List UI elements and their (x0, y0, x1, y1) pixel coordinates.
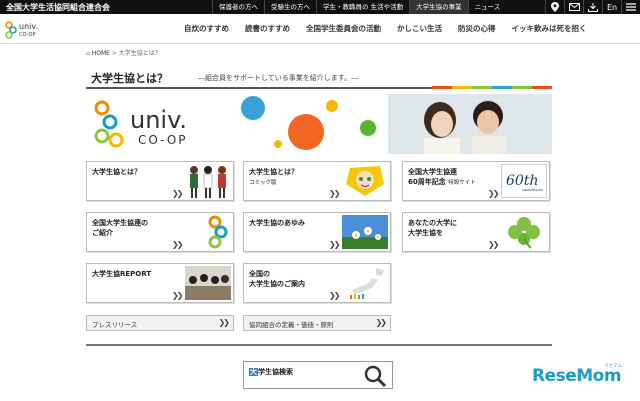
nav-items: 自炊のすすめ 読書のすすめ 全国学生委員会の活動 かしこい生活 防災の心得 イッ… (176, 14, 595, 44)
breadcrumb: ⌂ HOME > 大学生協とは？ (86, 48, 161, 57)
comic-character-illustration (342, 164, 388, 198)
card-title: 全国大学生協連の ご紹介 (92, 219, 148, 237)
section-divider (86, 344, 552, 346)
card-title: 大学生協のあゆみ (249, 219, 305, 227)
breadcrumb-current: 大学生協とは？ (118, 50, 161, 57)
double-chevron-icon: ❯❯ (172, 189, 183, 198)
meeting-photo (185, 266, 231, 300)
home-icon: ⌂ (86, 50, 90, 57)
main-nav: univ. CO-OP 自炊のすすめ 読書のすすめ 全国学生委員会の活動 かしこ… (0, 14, 640, 44)
toplink-parents[interactable]: 保護者の方へ (212, 0, 264, 14)
card-title: あなたの大学に 大学生協を (408, 219, 457, 237)
toplink-student-life[interactable]: 学生・教職員の 生活や活動 (316, 0, 409, 14)
anniversary-badge: 60th ANNIVERSARY (501, 164, 547, 198)
top-links: 保護者の方へ 受験生の方へ 学生・教職員の 生活や活動 大学生協の事業 ニュース (212, 0, 506, 14)
top-utility-bar: 全国大学生活協同組合連合会 保護者の方へ 受験生の方へ 学生・教職員の 生活や活… (0, 0, 640, 14)
logo-text-coop: CO-OP (19, 32, 35, 38)
card-title: 全国の 大学生協のご案内 (249, 270, 305, 288)
japan-map-icon (342, 266, 388, 300)
nav-item-disaster[interactable]: 防災の心得 (450, 14, 504, 44)
double-chevron-icon: ❯❯ (488, 189, 499, 198)
logo-text-univ: univ. (19, 22, 38, 31)
clover-icon (501, 215, 547, 249)
hero-banner: univ. CO-OP (86, 94, 552, 154)
double-chevron-icon: ❯❯ (329, 240, 340, 249)
double-chevron-icon: ❯❯ (488, 240, 499, 249)
card-title: 全国大学生協連 60周年記念 特設サイト (408, 167, 476, 188)
language-toggle[interactable]: En (602, 0, 621, 14)
search-label-rest: 学生協検索 (258, 368, 293, 376)
card-title-sub: 特設サイト (448, 180, 476, 186)
double-chevron-icon: ❯❯ (172, 291, 183, 300)
card-start-coop[interactable]: あなたの大学に 大学生協を ❯❯ (402, 212, 550, 252)
card-coop-directory[interactable]: 全国の 大学生協のご案内 ❯❯ (243, 263, 391, 303)
map-pin-icon[interactable] (545, 0, 564, 14)
coop-principles-label: 協同組合の定義・価値・原則 (249, 321, 334, 329)
press-release-label: プレスリリース (92, 321, 138, 329)
search-key-char: 大 (249, 368, 258, 376)
menu-icon[interactable] (621, 0, 640, 14)
color-stripes (432, 86, 552, 89)
resemom-watermark-sub: リセマム (604, 364, 622, 369)
card-title: 大学生協REPORT (92, 270, 152, 278)
nav-item-reading[interactable]: 読書のすすめ (237, 14, 298, 44)
card-title: 大学生協とは？ コミック版 (249, 167, 298, 188)
page-title: 大学生協とは？ (91, 72, 168, 85)
breadcrumb-home[interactable]: HOME (92, 50, 110, 57)
double-chevron-icon: ❯❯ (375, 318, 387, 327)
card-report[interactable]: 大学生協REPORT ❯❯ (86, 263, 234, 303)
coop-search-button[interactable]: 大学生協検索 (243, 361, 393, 389)
nav-item-cooking[interactable]: 自炊のすすめ (176, 14, 237, 44)
double-chevron-icon: ❯❯ (329, 291, 340, 300)
toplink-applicants[interactable]: 受験生の方へ (264, 0, 316, 14)
students-photo (388, 94, 552, 154)
card-national-federation[interactable]: 全国大学生協連の ご紹介 ❯❯ (86, 212, 234, 252)
card-history[interactable]: 大学生協のあゆみ ❯❯ (243, 212, 391, 252)
toplink-news[interactable]: ニュース (467, 0, 507, 14)
double-chevron-icon: ❯❯ (218, 318, 230, 327)
card-title-main: 大学生協とは？ (249, 168, 298, 176)
badge-60th-text: 60th (506, 173, 538, 189)
hero-logo-coop: CO-OP (138, 133, 188, 147)
staff-illustration (185, 164, 231, 198)
toplink-coop-business[interactable]: 大学生協の事業 (409, 0, 468, 14)
double-chevron-icon: ❯❯ (329, 189, 340, 198)
breadcrumb-separator: > (111, 50, 119, 57)
badge-anniversary-text: ANNIVERSARY (522, 188, 543, 192)
univ-coop-logo[interactable]: univ. CO-OP (4, 18, 48, 40)
card-title: 大学生協とは？ (92, 168, 141, 176)
page-subtitle: ―組合員をサポートしている事業を紹介します。― (198, 74, 359, 82)
top-icons: En (545, 0, 640, 14)
card-about-coop[interactable]: 大学生協とは？ ❯❯ (86, 161, 234, 201)
resemom-watermark: ReseMom (532, 366, 622, 386)
nav-item-binge-drinking[interactable]: イッキ飲みは死を招く (504, 14, 595, 44)
double-chevron-icon: ❯❯ (172, 240, 183, 249)
coop-principles-link[interactable]: 協同組合の定義・価値・原則 ❯❯ (243, 315, 391, 331)
nav-item-student-committee[interactable]: 全国学生委員会の活動 (298, 14, 389, 44)
hero-logo-univ: univ. (130, 106, 187, 134)
download-icon[interactable] (583, 0, 602, 14)
org-name[interactable]: 全国大学生活協同組合連合会 (0, 2, 212, 13)
card-title-sub: コミック版 (249, 180, 277, 186)
card-60th-anniversary[interactable]: 全国大学生協連 60周年記念 特設サイト ❯❯ 60th ANNIVERSARY (402, 161, 550, 201)
flowers-photo (342, 215, 388, 249)
nav-item-smart-living[interactable]: かしこい生活 (389, 14, 450, 44)
press-release-link[interactable]: プレスリリース ❯❯ (86, 315, 234, 331)
coop-rings-graphic (185, 215, 231, 249)
magnifier-icon (364, 365, 387, 388)
card-comic[interactable]: 大学生協とは？ コミック版 ❯❯ (243, 161, 391, 201)
mail-icon[interactable] (564, 0, 583, 14)
page-title-bar: 大学生協とは？ ―組合員をサポートしている事業を紹介します。― (86, 67, 552, 89)
coop-search-label: 大学生協検索 (249, 367, 293, 377)
